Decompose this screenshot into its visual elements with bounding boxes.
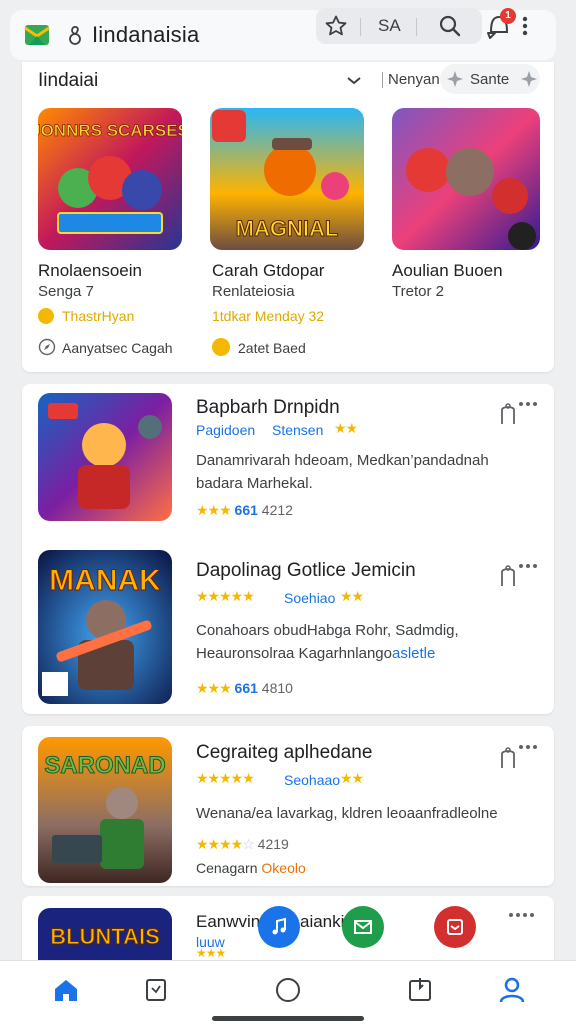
game-thumbnail[interactable] (38, 393, 172, 521)
thumb-title: SARONAD (44, 752, 165, 779)
download-box-icon (447, 919, 463, 935)
sparkle-icon (447, 71, 463, 87)
list-item-description: Conahoars obudHabga Rohr, Sadmdig, Heaur… (196, 619, 496, 665)
filter-label[interactable]: Nenyan (388, 71, 440, 88)
compass-icon (38, 338, 56, 356)
star-icon: ★★ (334, 420, 358, 436)
list-item-rating: ★★★★☆ 4219 (196, 836, 289, 853)
list-item-title[interactable]: Bapbarh Drnpidn (196, 397, 340, 419)
more-horiz-icon[interactable] (508, 912, 536, 918)
more-horiz-icon[interactable] (518, 744, 538, 750)
more-vert-icon[interactable] (522, 16, 528, 36)
site-title[interactable]: Iindanaisia (92, 22, 199, 48)
sparkle-icon (521, 71, 537, 87)
download-fab[interactable] (434, 906, 476, 948)
list-item-title[interactable]: Dapolinag Gotlice Jemicin (196, 560, 416, 582)
chevron-down-icon[interactable] (346, 74, 362, 86)
rating-count: 4212 (261, 502, 293, 518)
description-line: Heauronsolraa Kagarhnlango (196, 645, 392, 662)
music-fab[interactable] (258, 906, 300, 948)
rating-count: 4810 (261, 680, 293, 696)
description-line: badara Marhekal. (196, 475, 313, 492)
list-item-tag[interactable]: Seohaao (284, 772, 340, 788)
circle-icon[interactable] (274, 976, 302, 1004)
thumb-title: MAGNIAL (236, 216, 339, 241)
pill-text[interactable]: SA (378, 16, 401, 36)
star-icon: ★★ (340, 770, 364, 786)
app-logo-icon[interactable] (24, 22, 50, 48)
home-icon[interactable] (52, 976, 80, 1004)
mail-fab[interactable] (342, 906, 384, 948)
more-horiz-icon[interactable] (518, 401, 538, 407)
receipt-icon[interactable] (142, 976, 170, 1004)
section-title: Iindaiai (38, 70, 99, 91)
thumb-title: BLUNTAIS (50, 924, 160, 949)
sub-highlight[interactable]: Okeolo (261, 860, 305, 876)
chip-label[interactable]: Sante (470, 71, 509, 88)
star-icon[interactable] (324, 14, 348, 38)
description-line: Wenana/ea lavarkag, kldren leoaanfradleo… (196, 805, 498, 822)
sub-label: Cenagarn (196, 860, 258, 876)
description-highlight[interactable]: asletle (392, 645, 435, 662)
list-item-description: Danamrivarah hdeoam, Medkan’pandadnah ba… (196, 449, 496, 495)
description-line: Danamrivarah hdeoam, Medkan’pandadnah (196, 452, 489, 469)
list-item-title[interactable]: Cegraiteg aplhedane (196, 742, 372, 764)
book-icon[interactable] (406, 976, 434, 1004)
mail-icon (354, 920, 372, 934)
featured-price: 1tdkar Menday 32 (212, 308, 325, 324)
search-icon[interactable] (438, 14, 462, 38)
description-line: Conahoars obudHabga Rohr, Sadmdig, (196, 622, 459, 639)
game-thumbnail[interactable] (392, 108, 540, 250)
star-rating: ★★★ (196, 502, 232, 518)
list-item-rating: ★★★ 661 4212 (196, 502, 293, 519)
coin-icon (38, 308, 54, 324)
rating-count: 4219 (257, 836, 289, 852)
star-icon: ★★ (340, 588, 364, 604)
featured-subtitle: Senga 7 (38, 283, 94, 300)
featured-name[interactable]: Aoulian Buoen (392, 261, 503, 281)
featured-subtitle: Tretor 2 (392, 283, 444, 300)
thumb-title: MANAK (49, 564, 161, 597)
pill-divider (416, 18, 417, 36)
home-indicator (212, 1016, 364, 1021)
star-rating: ★★★★★ (196, 770, 255, 786)
bookmark-icon[interactable] (498, 564, 518, 588)
rating-value: 661 (234, 502, 258, 518)
list-item-title-tail[interactable]: aianki (300, 912, 344, 932)
star-rating: ★★★★★ (196, 588, 255, 604)
filter-divider (382, 72, 383, 88)
music-note-icon (272, 917, 286, 935)
list-item-sub: Cenagarn Okeolo (196, 860, 306, 876)
game-thumbnail[interactable]: SARONAD (38, 737, 172, 883)
coin-icon (212, 338, 230, 356)
featured-meta: 2atet Baed (238, 340, 306, 356)
bookmark-icon[interactable] (498, 746, 518, 770)
bookmark-icon[interactable] (498, 402, 518, 426)
star-rating: ★★★ (196, 946, 226, 960)
game-thumbnail[interactable]: BLUNTAIS (38, 908, 172, 960)
list-item-description: Wenana/ea lavarkag, kldren leoaanfradleo… (196, 802, 536, 825)
pill-divider (360, 18, 361, 36)
featured-price: ThastrHyan (62, 308, 135, 324)
featured-name[interactable]: Carah Gtdopar (212, 261, 324, 281)
star-rating: ★★★★☆ (196, 836, 255, 852)
game-thumbnail[interactable]: JONNRS SCARSES (38, 108, 182, 250)
game-thumbnail[interactable]: MAGNIAL (210, 108, 364, 250)
list-item-tag[interactable]: Pagidoen (196, 422, 255, 438)
featured-meta: Aanyatsec Cagah (62, 340, 173, 356)
more-horiz-icon[interactable] (518, 563, 538, 569)
featured-subtitle: Renlateiosia (212, 283, 295, 300)
list-item-tag[interactable]: Stensen (272, 422, 323, 438)
rating-value: 661 (234, 680, 258, 696)
featured-name[interactable]: Rnolaensoein (38, 261, 142, 281)
list-item-rating: ★★★ 661 4810 (196, 680, 293, 697)
list-item-title[interactable]: Eanwvin (196, 912, 260, 932)
star-rating: ★★★ (196, 680, 232, 696)
thumb-title: JONNRS SCARSES (38, 121, 182, 140)
list-item-tag[interactable]: Soehiao (284, 590, 335, 606)
notification-badge: 1 (500, 8, 516, 24)
profile-icon[interactable] (498, 976, 526, 1004)
game-thumbnail[interactable]: MANAK (38, 550, 172, 704)
page-icon (69, 26, 81, 45)
